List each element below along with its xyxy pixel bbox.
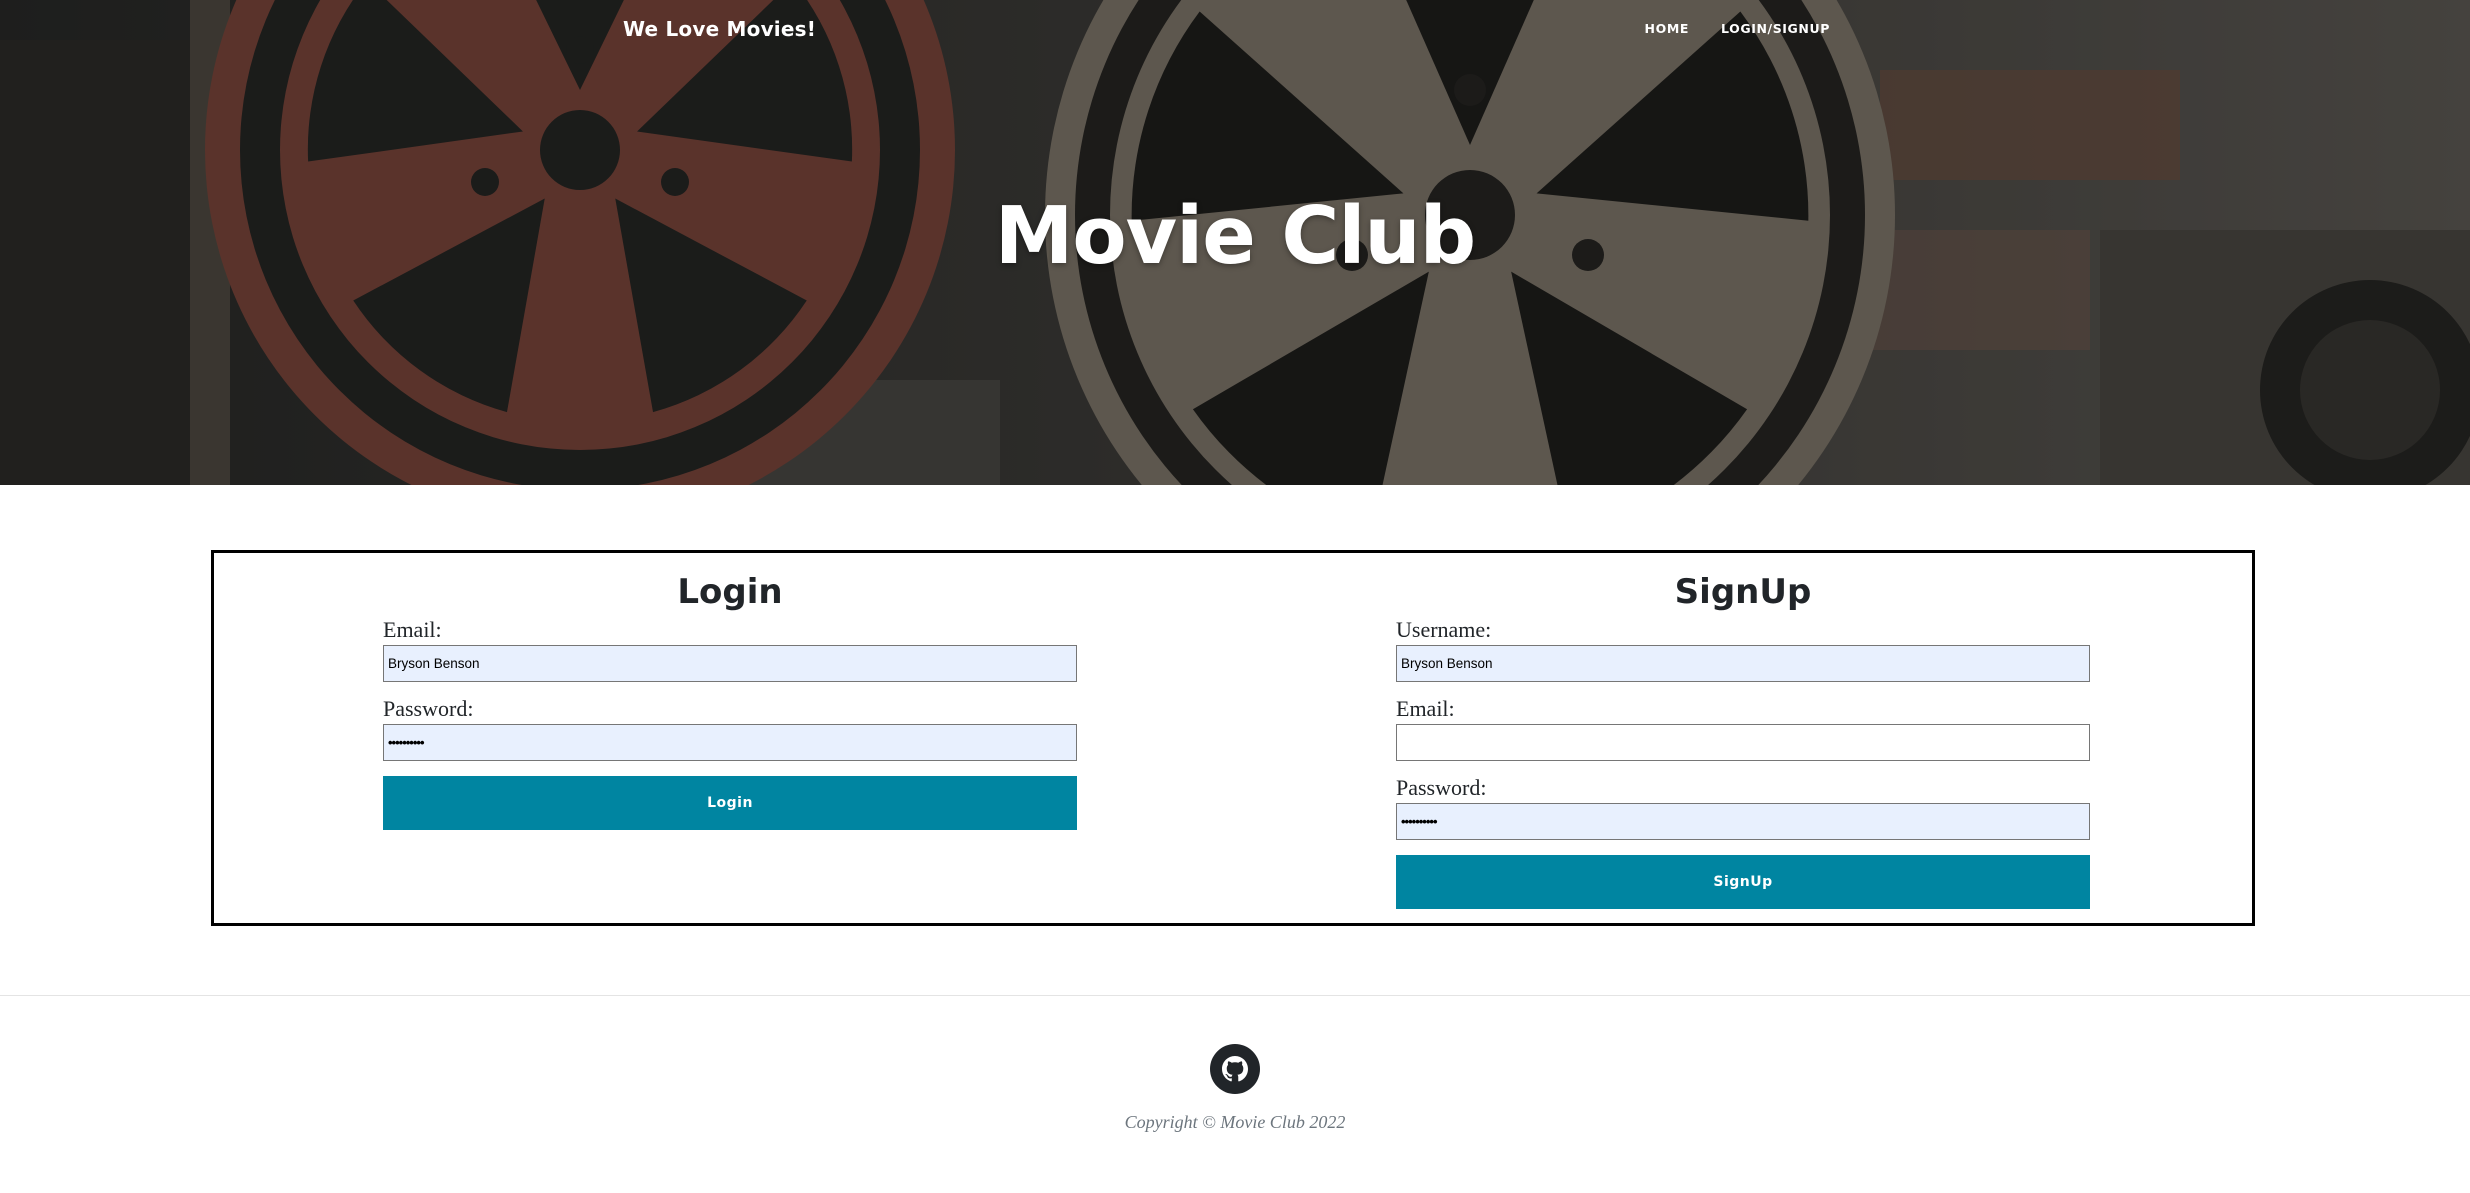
signup-title: SignUp: [1674, 572, 1812, 612]
signup-form: SignUp Username: Bryson Benson Email: Pa…: [1396, 553, 2090, 909]
main-nav: HOME LOGIN/SIGNUP: [1645, 21, 1830, 36]
github-icon: [1222, 1056, 1248, 1082]
nav-home-link[interactable]: HOME: [1645, 21, 1689, 36]
signup-email-label: Email:: [1396, 696, 1455, 721]
nav-login-signup-link[interactable]: LOGIN/SIGNUP: [1721, 21, 1830, 36]
signup-username-label: Username:: [1396, 617, 1492, 642]
login-title: Login: [677, 572, 783, 612]
login-email-field[interactable]: Bryson Benson: [383, 645, 1077, 682]
auth-panel: Login Email: Bryson Benson Password: •••…: [211, 550, 2255, 926]
github-link[interactable]: [1210, 1044, 1260, 1094]
signup-username-field[interactable]: Bryson Benson: [1396, 645, 2090, 682]
login-password-label: Password:: [383, 696, 474, 721]
login-button[interactable]: Login: [383, 776, 1077, 830]
signup-email-field[interactable]: [1396, 724, 2090, 761]
page-title: Movie Club: [994, 190, 1476, 282]
footer-divider: [0, 995, 2470, 996]
login-password-field[interactable]: ••••••••••: [383, 724, 1077, 761]
brand-link[interactable]: We Love Movies!: [623, 17, 816, 41]
signup-password-label: Password:: [1396, 775, 1487, 800]
signup-password-field[interactable]: ••••••••••: [1396, 803, 2090, 840]
hero-header: We Love Movies! HOME LOGIN/SIGNUP Movie …: [0, 0, 2470, 485]
signup-button[interactable]: SignUp: [1396, 855, 2090, 909]
login-email-label: Email:: [383, 617, 442, 642]
login-form: Login Email: Bryson Benson Password: •••…: [383, 553, 1077, 830]
copyright-text: Copyright © Movie Club 2022: [1124, 1112, 1346, 1132]
